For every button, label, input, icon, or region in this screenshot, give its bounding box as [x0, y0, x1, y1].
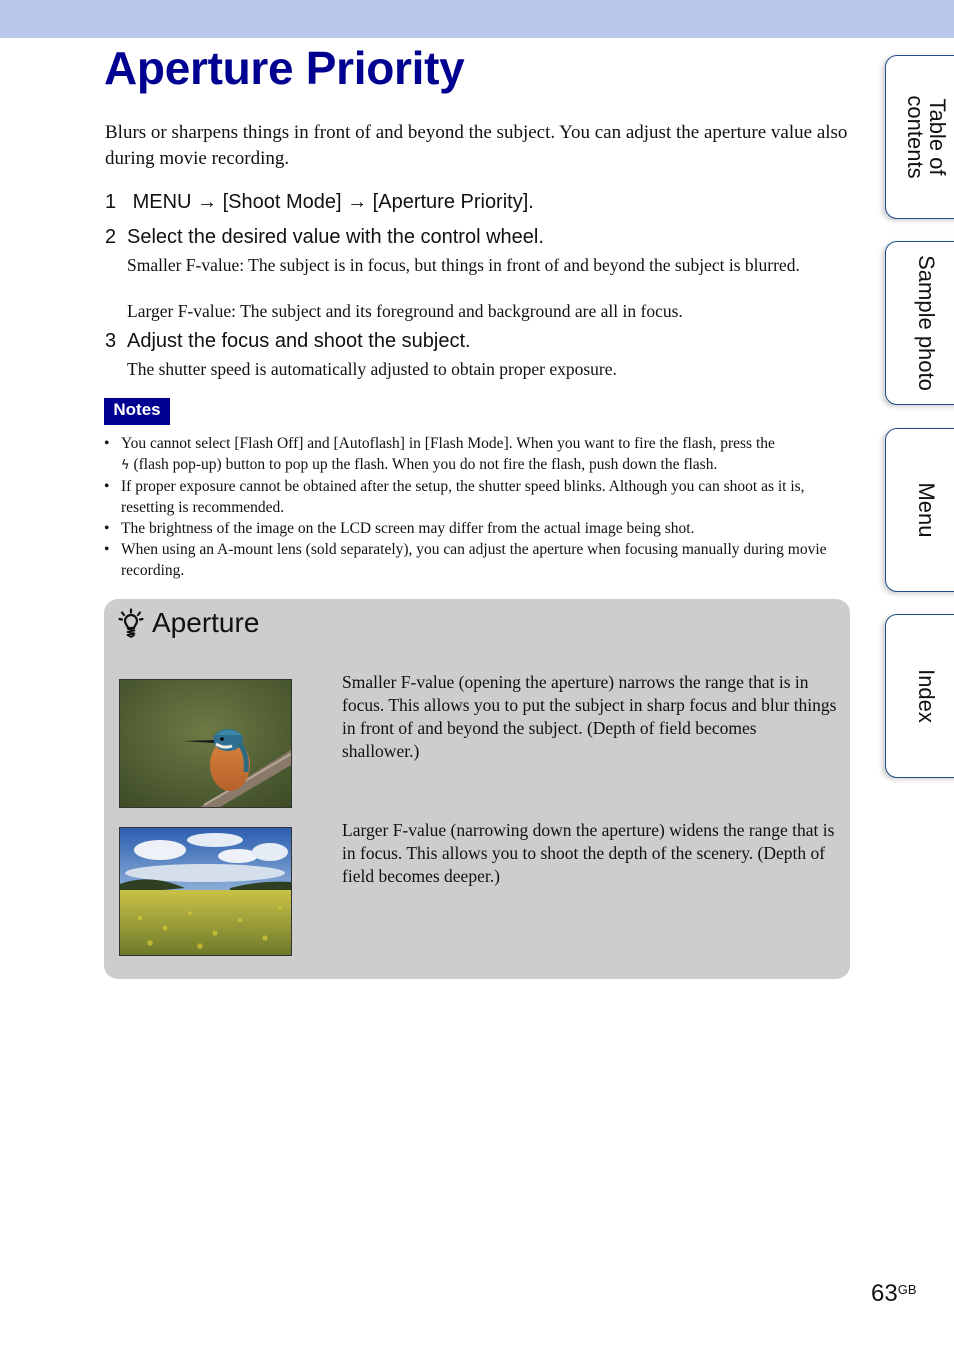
page-number-suffix: GB — [897, 1282, 917, 1297]
note-item: • You cannot select [Flash Off] and [Aut… — [104, 433, 854, 476]
header-band — [0, 0, 954, 38]
side-tab-sample-photo[interactable]: Sample photo — [885, 241, 954, 405]
step-text: Select the desired value with the contro… — [127, 226, 544, 248]
tip-text-smaller-fvalue: Smaller F-value (opening the aperture) n… — [342, 672, 837, 761]
bullet: • — [104, 520, 110, 537]
step-3: 3 Adjust the focus and shoot the subject. — [105, 328, 471, 354]
note-text: The brightness of the image on the LCD s… — [121, 520, 695, 537]
side-tab-menu[interactable]: Menu — [885, 428, 954, 592]
step-number: 2 — [105, 226, 117, 248]
step-text: Adjust the focus and shoot the subject. — [127, 330, 471, 352]
side-tab-label: Menu — [914, 482, 939, 538]
step-2: 2 Select the desired value with the contr… — [105, 224, 544, 250]
note-text: You cannot select [Flash Off] and [Autof… — [121, 435, 775, 452]
notes-badge: Notes — [104, 398, 170, 425]
side-tab-label-line2: contents — [903, 95, 928, 179]
step-number: 1 — [105, 191, 117, 213]
tip-title: Aperture — [118, 605, 259, 641]
page-number-value: 63 — [871, 1280, 898, 1307]
side-tab-index[interactable]: Index — [885, 614, 954, 778]
tip-text-larger-fvalue: Larger F-value (narrowing down the apert… — [342, 820, 835, 886]
flash-icon: ϟ — [121, 458, 130, 473]
bullet: • — [104, 435, 110, 452]
step-number: 3 — [105, 330, 117, 352]
kingfisher-image — [120, 680, 291, 807]
menu-label: MENU — [132, 191, 192, 213]
side-tab-label: Sample photo — [914, 255, 939, 391]
bullet: • — [104, 478, 110, 495]
step-1: 1 MENU → [Shoot Mode] → [Aperture Priori… — [105, 189, 534, 215]
note-text-cont: (flash pop-up) button to pop up the flas… — [129, 456, 718, 473]
side-tab-table-of-contents[interactable]: Table of contents — [885, 55, 954, 219]
page-number: 63GB — [871, 1280, 917, 1308]
notes-list: • You cannot select [Flash Off] and [Aut… — [104, 433, 854, 581]
page-title: Aperture Priority — [104, 42, 465, 94]
kingfisher-photo — [119, 679, 292, 808]
side-tab-label: Table of contents — [903, 95, 950, 179]
intro-paragraph: Blurs or sharpens things in front of and… — [105, 122, 848, 169]
note-item: • The brightness of the image on the LCD… — [104, 518, 854, 539]
side-tab-label-line1: Table of — [925, 98, 950, 176]
bullet: • — [104, 541, 110, 558]
note-text: When using an A-mount lens (sold separat… — [121, 541, 827, 579]
arrow-right-icon: → — [197, 191, 218, 213]
note-text: If proper exposure cannot be obtained af… — [121, 478, 805, 516]
tip-title-text: Aperture — [152, 607, 260, 638]
step-2-detail-smaller: Smaller F-value: The subject is in focus… — [127, 255, 800, 275]
note-item: • When using an A-mount lens (sold separ… — [104, 539, 854, 581]
aperture-tip-box: Aperture Smaller F-value (opening the ap… — [104, 599, 850, 979]
side-tab-label: Index — [914, 669, 939, 723]
sunflower-field-image — [120, 828, 291, 955]
aperture-priority-label: [Aperture Priority]. — [372, 191, 534, 213]
sunflower-field-photo — [119, 827, 292, 956]
lightbulb-hint-icon — [118, 608, 144, 638]
step-3-detail: The shutter speed is automatically adjus… — [127, 359, 617, 379]
note-item: • If proper exposure cannot be obtained … — [104, 476, 854, 518]
shoot-mode-label: [Shoot Mode] — [222, 191, 342, 213]
step-2-detail-larger: Larger F-value: The subject and its fore… — [127, 301, 683, 321]
arrow-right-icon: → — [347, 191, 368, 213]
